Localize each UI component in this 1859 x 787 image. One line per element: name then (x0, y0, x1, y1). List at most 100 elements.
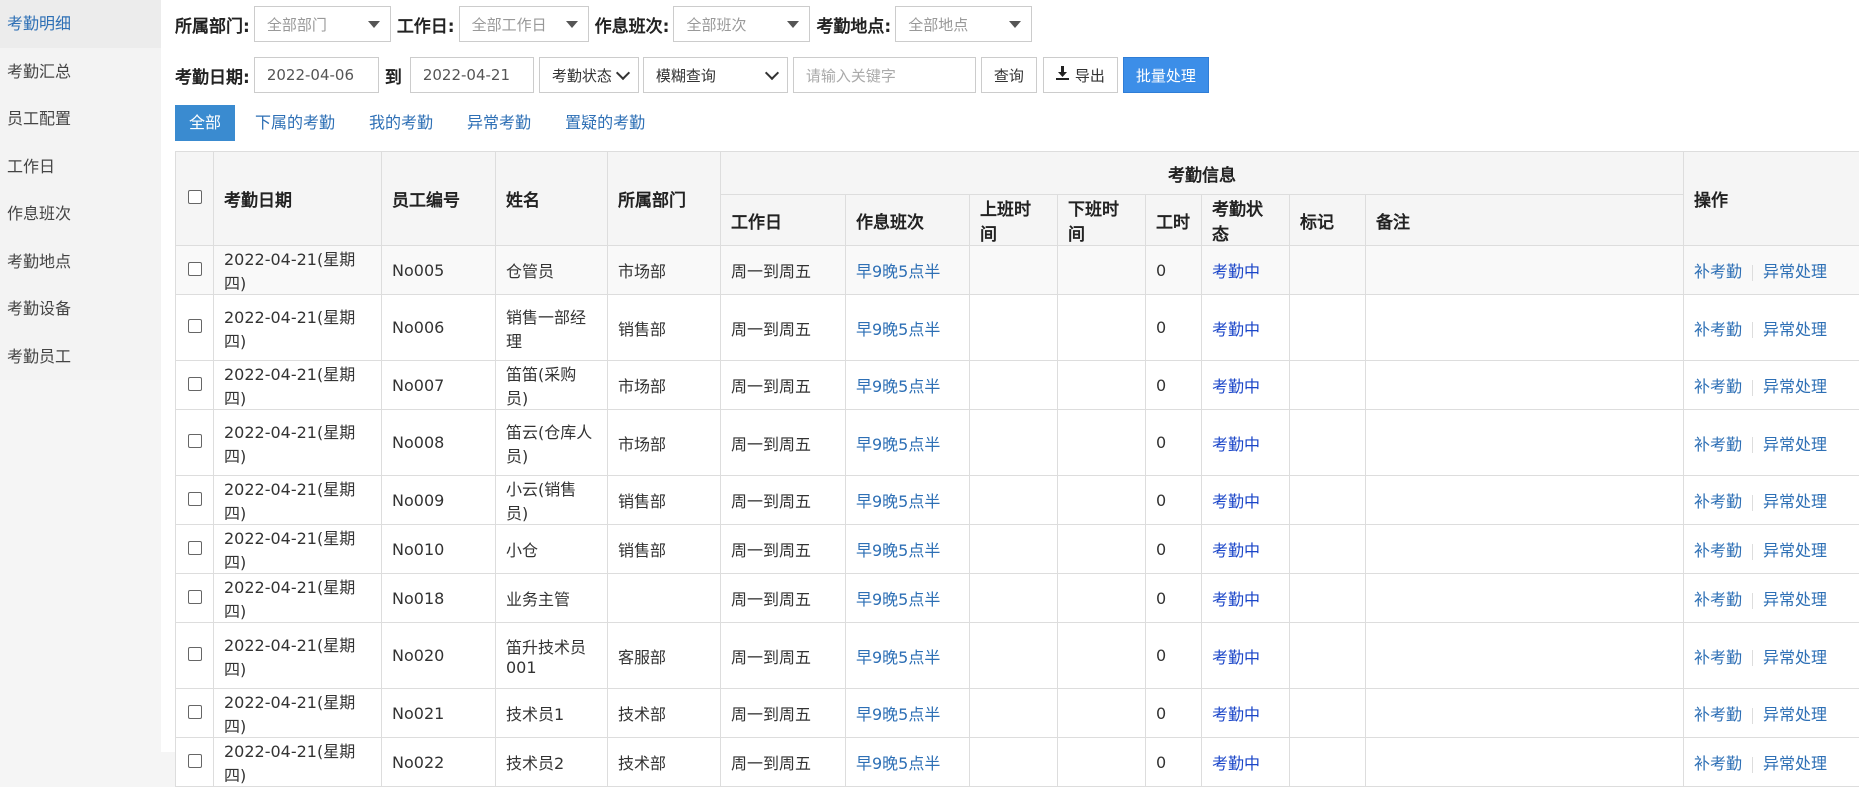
supplement-attendance-link[interactable]: 补考勤 (1694, 377, 1742, 396)
cell-shift: 早9晚5点半 (846, 295, 970, 361)
shift-link[interactable]: 早9晚5点半 (856, 320, 940, 339)
sidebar-item-shift[interactable]: 作息班次 (0, 190, 161, 238)
exception-handle-link[interactable]: 异常处理 (1763, 492, 1827, 511)
exception-handle-link[interactable]: 异常处理 (1763, 590, 1827, 609)
cell-shift: 早9晚5点半 (846, 689, 970, 738)
supplement-attendance-link[interactable]: 补考勤 (1694, 648, 1742, 667)
location-select[interactable]: 全部地点 (895, 6, 1032, 42)
cell-name: 技术员1 (496, 689, 608, 738)
keyword-input[interactable]: 请输入关键字 (793, 57, 976, 93)
cell-on-time (970, 738, 1058, 787)
sidebar-item-employees[interactable]: 考勤员工 (0, 333, 161, 381)
select-all-checkbox[interactable] (188, 190, 202, 204)
row-checkbox[interactable] (188, 705, 202, 719)
tab-disputed[interactable]: 置疑的考勤 (551, 105, 659, 141)
cell-off-time (1058, 623, 1146, 689)
shift-link[interactable]: 早9晚5点半 (856, 590, 940, 609)
cell-date: 2022-04-21(星期四) (214, 623, 382, 689)
cell-remark (1366, 525, 1684, 574)
exception-handle-link[interactable]: 异常处理 (1763, 262, 1827, 281)
exception-handle-link[interactable]: 异常处理 (1763, 435, 1827, 454)
tab-mine[interactable]: 我的考勤 (355, 105, 447, 141)
exception-handle-link[interactable]: 异常处理 (1763, 754, 1827, 773)
tab-all[interactable]: 全部 (175, 105, 235, 141)
export-button[interactable]: 导出 (1043, 57, 1118, 93)
query-button[interactable]: 查询 (981, 57, 1037, 93)
cell-name: 技术员2 (496, 738, 608, 787)
cell-emp-no: No005 (382, 246, 496, 295)
supplement-attendance-link[interactable]: 补考勤 (1694, 320, 1742, 339)
cell-workday: 周一到周五 (721, 738, 846, 787)
cell-remark (1366, 295, 1684, 361)
exception-handle-link[interactable]: 异常处理 (1763, 705, 1827, 724)
shift-link[interactable]: 早9晚5点半 (856, 435, 940, 454)
shift-link[interactable]: 早9晚5点半 (856, 754, 940, 773)
cell-hours: 0 (1146, 689, 1202, 738)
row-checkbox[interactable] (188, 262, 202, 276)
sidebar-item-attendance-summary[interactable]: 考勤汇总 (0, 48, 161, 96)
supplement-attendance-link[interactable]: 补考勤 (1694, 541, 1742, 560)
cell-off-time (1058, 574, 1146, 623)
cell-dept: 销售部 (608, 295, 721, 361)
supplement-attendance-link[interactable]: 补考勤 (1694, 262, 1742, 281)
divider (1752, 544, 1753, 560)
col-ops: 操作 (1684, 152, 1859, 246)
exception-handle-link[interactable]: 异常处理 (1763, 648, 1827, 667)
row-checkbox[interactable] (188, 590, 202, 604)
shift-link[interactable]: 早9晚5点半 (856, 262, 940, 281)
cell-status: 考勤中 (1202, 574, 1290, 623)
row-checkbox[interactable] (188, 434, 202, 448)
exception-handle-link[interactable]: 异常处理 (1763, 541, 1827, 560)
sidebar-item-location[interactable]: 考勤地点 (0, 238, 161, 286)
cell-status: 考勤中 (1202, 246, 1290, 295)
col-off-time: 下班时间 (1058, 195, 1146, 246)
cell-status: 考勤中 (1202, 361, 1290, 410)
shift-link[interactable]: 早9晚5点半 (856, 377, 940, 396)
tab-abnormal[interactable]: 异常考勤 (453, 105, 545, 141)
cell-shift: 早9晚5点半 (846, 525, 970, 574)
shift-link[interactable]: 早9晚5点半 (856, 648, 940, 667)
sidebar-item-device[interactable]: 考勤设备 (0, 285, 161, 333)
sidebar-item-employee-config[interactable]: 员工配置 (0, 95, 161, 143)
query-mode-select[interactable]: 模糊查询 (643, 57, 788, 93)
cell-off-time (1058, 689, 1146, 738)
dept-select[interactable]: 全部部门 (254, 6, 391, 42)
supplement-attendance-link[interactable]: 补考勤 (1694, 754, 1742, 773)
batch-process-button[interactable]: 批量处理 (1123, 57, 1209, 93)
row-checkbox[interactable] (188, 541, 202, 555)
row-select-cell (176, 476, 214, 525)
date-from-input[interactable]: 2022-04-06 (254, 57, 379, 93)
row-checkbox[interactable] (188, 319, 202, 333)
supplement-attendance-link[interactable]: 补考勤 (1694, 435, 1742, 454)
cell-dept: 市场部 (608, 246, 721, 295)
workday-select[interactable]: 全部工作日 (459, 6, 589, 42)
cell-shift: 早9晚5点半 (846, 410, 970, 476)
cell-workday: 周一到周五 (721, 525, 846, 574)
row-checkbox[interactable] (188, 754, 202, 768)
attendance-table: 考勤日期 员工编号 姓名 所属部门 考勤信息 操作 工作日 作息班次 上班时间 … (175, 151, 1859, 787)
shift-link[interactable]: 早9晚5点半 (856, 492, 940, 511)
cell-dept (608, 574, 721, 623)
col-shift: 作息班次 (846, 195, 970, 246)
tab-subordinates[interactable]: 下属的考勤 (241, 105, 349, 141)
sidebar: 考勤明细 考勤汇总 员工配置 工作日 作息班次 考勤地点 考勤设备 考勤员工 (0, 0, 161, 380)
shift-link[interactable]: 早9晚5点半 (856, 541, 940, 560)
supplement-attendance-link[interactable]: 补考勤 (1694, 492, 1742, 511)
cell-workday: 周一到周五 (721, 295, 846, 361)
sidebar-item-workday[interactable]: 工作日 (0, 143, 161, 191)
supplement-attendance-link[interactable]: 补考勤 (1694, 590, 1742, 609)
shift-link[interactable]: 早9晚5点半 (856, 705, 940, 724)
shift-select[interactable]: 全部班次 (673, 6, 810, 42)
row-checkbox[interactable] (188, 377, 202, 391)
table-row: 2022-04-21(星期四)No010小仓销售部周一到周五早9晚5点半0考勤中… (176, 525, 1859, 574)
date-to-input[interactable]: 2022-04-21 (410, 57, 534, 93)
row-checkbox[interactable] (188, 492, 202, 506)
sidebar-item-attendance-detail[interactable]: 考勤明细 (0, 0, 161, 48)
row-checkbox[interactable] (188, 647, 202, 661)
exception-handle-link[interactable]: 异常处理 (1763, 320, 1827, 339)
status-select[interactable]: 考勤状态 (539, 57, 639, 93)
col-emp-no: 员工编号 (382, 152, 496, 246)
exception-handle-link[interactable]: 异常处理 (1763, 377, 1827, 396)
supplement-attendance-link[interactable]: 补考勤 (1694, 705, 1742, 724)
cell-status: 考勤中 (1202, 623, 1290, 689)
